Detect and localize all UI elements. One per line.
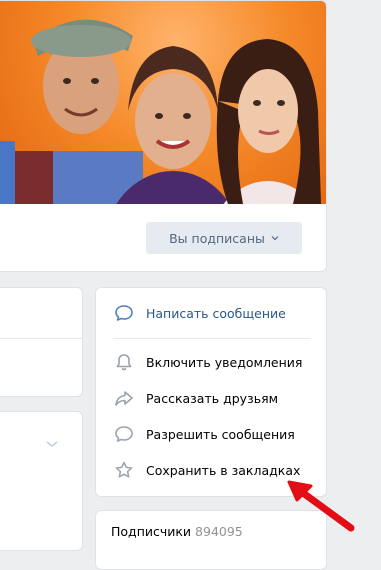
message-bubble-icon xyxy=(113,423,135,445)
bell-icon xyxy=(113,351,135,373)
action-label: Написать сообщение xyxy=(146,305,286,321)
tell-friends-action[interactable]: Рассказать друзьям xyxy=(113,386,278,410)
followers-label: Подписчики xyxy=(111,524,192,539)
community-cover-card: Вы подписаны xyxy=(0,0,327,272)
allow-messages-action[interactable]: Разрешить сообщения xyxy=(113,422,295,446)
star-icon xyxy=(113,459,135,481)
subscribed-dropdown-button[interactable]: Вы подписаны xyxy=(146,222,302,254)
divider xyxy=(0,338,82,339)
cover-photo-illustration xyxy=(0,19,321,204)
action-label: Сохранить в закладках xyxy=(146,462,301,478)
cover-image xyxy=(0,1,326,204)
left-info-card xyxy=(0,287,83,397)
message-bubble-icon xyxy=(113,302,135,324)
enable-notifications-action[interactable]: Включить уведомления xyxy=(113,350,302,374)
chevron-down-icon[interactable] xyxy=(45,439,59,449)
followers-count: 894095 xyxy=(195,524,243,539)
chevron-down-icon xyxy=(271,236,279,241)
followers-header[interactable]: Подписчики 894095 xyxy=(111,524,243,539)
action-label: Рассказать друзьям xyxy=(146,390,279,406)
save-to-bookmarks-action[interactable]: Сохранить в закладках xyxy=(113,458,300,482)
community-actions-card: Написать сообщение Включить уведомления … xyxy=(95,287,327,497)
action-label: Разрешить сообщения xyxy=(146,426,295,442)
action-label: Включить уведомления xyxy=(146,354,303,370)
write-message-action[interactable]: Написать сообщение xyxy=(113,301,286,325)
red-arrow-annotation xyxy=(287,480,355,532)
share-arrow-icon xyxy=(113,387,135,409)
subscribe-button-label: Вы подписаны xyxy=(169,230,265,246)
left-section-card xyxy=(0,411,83,551)
divider xyxy=(113,338,311,339)
